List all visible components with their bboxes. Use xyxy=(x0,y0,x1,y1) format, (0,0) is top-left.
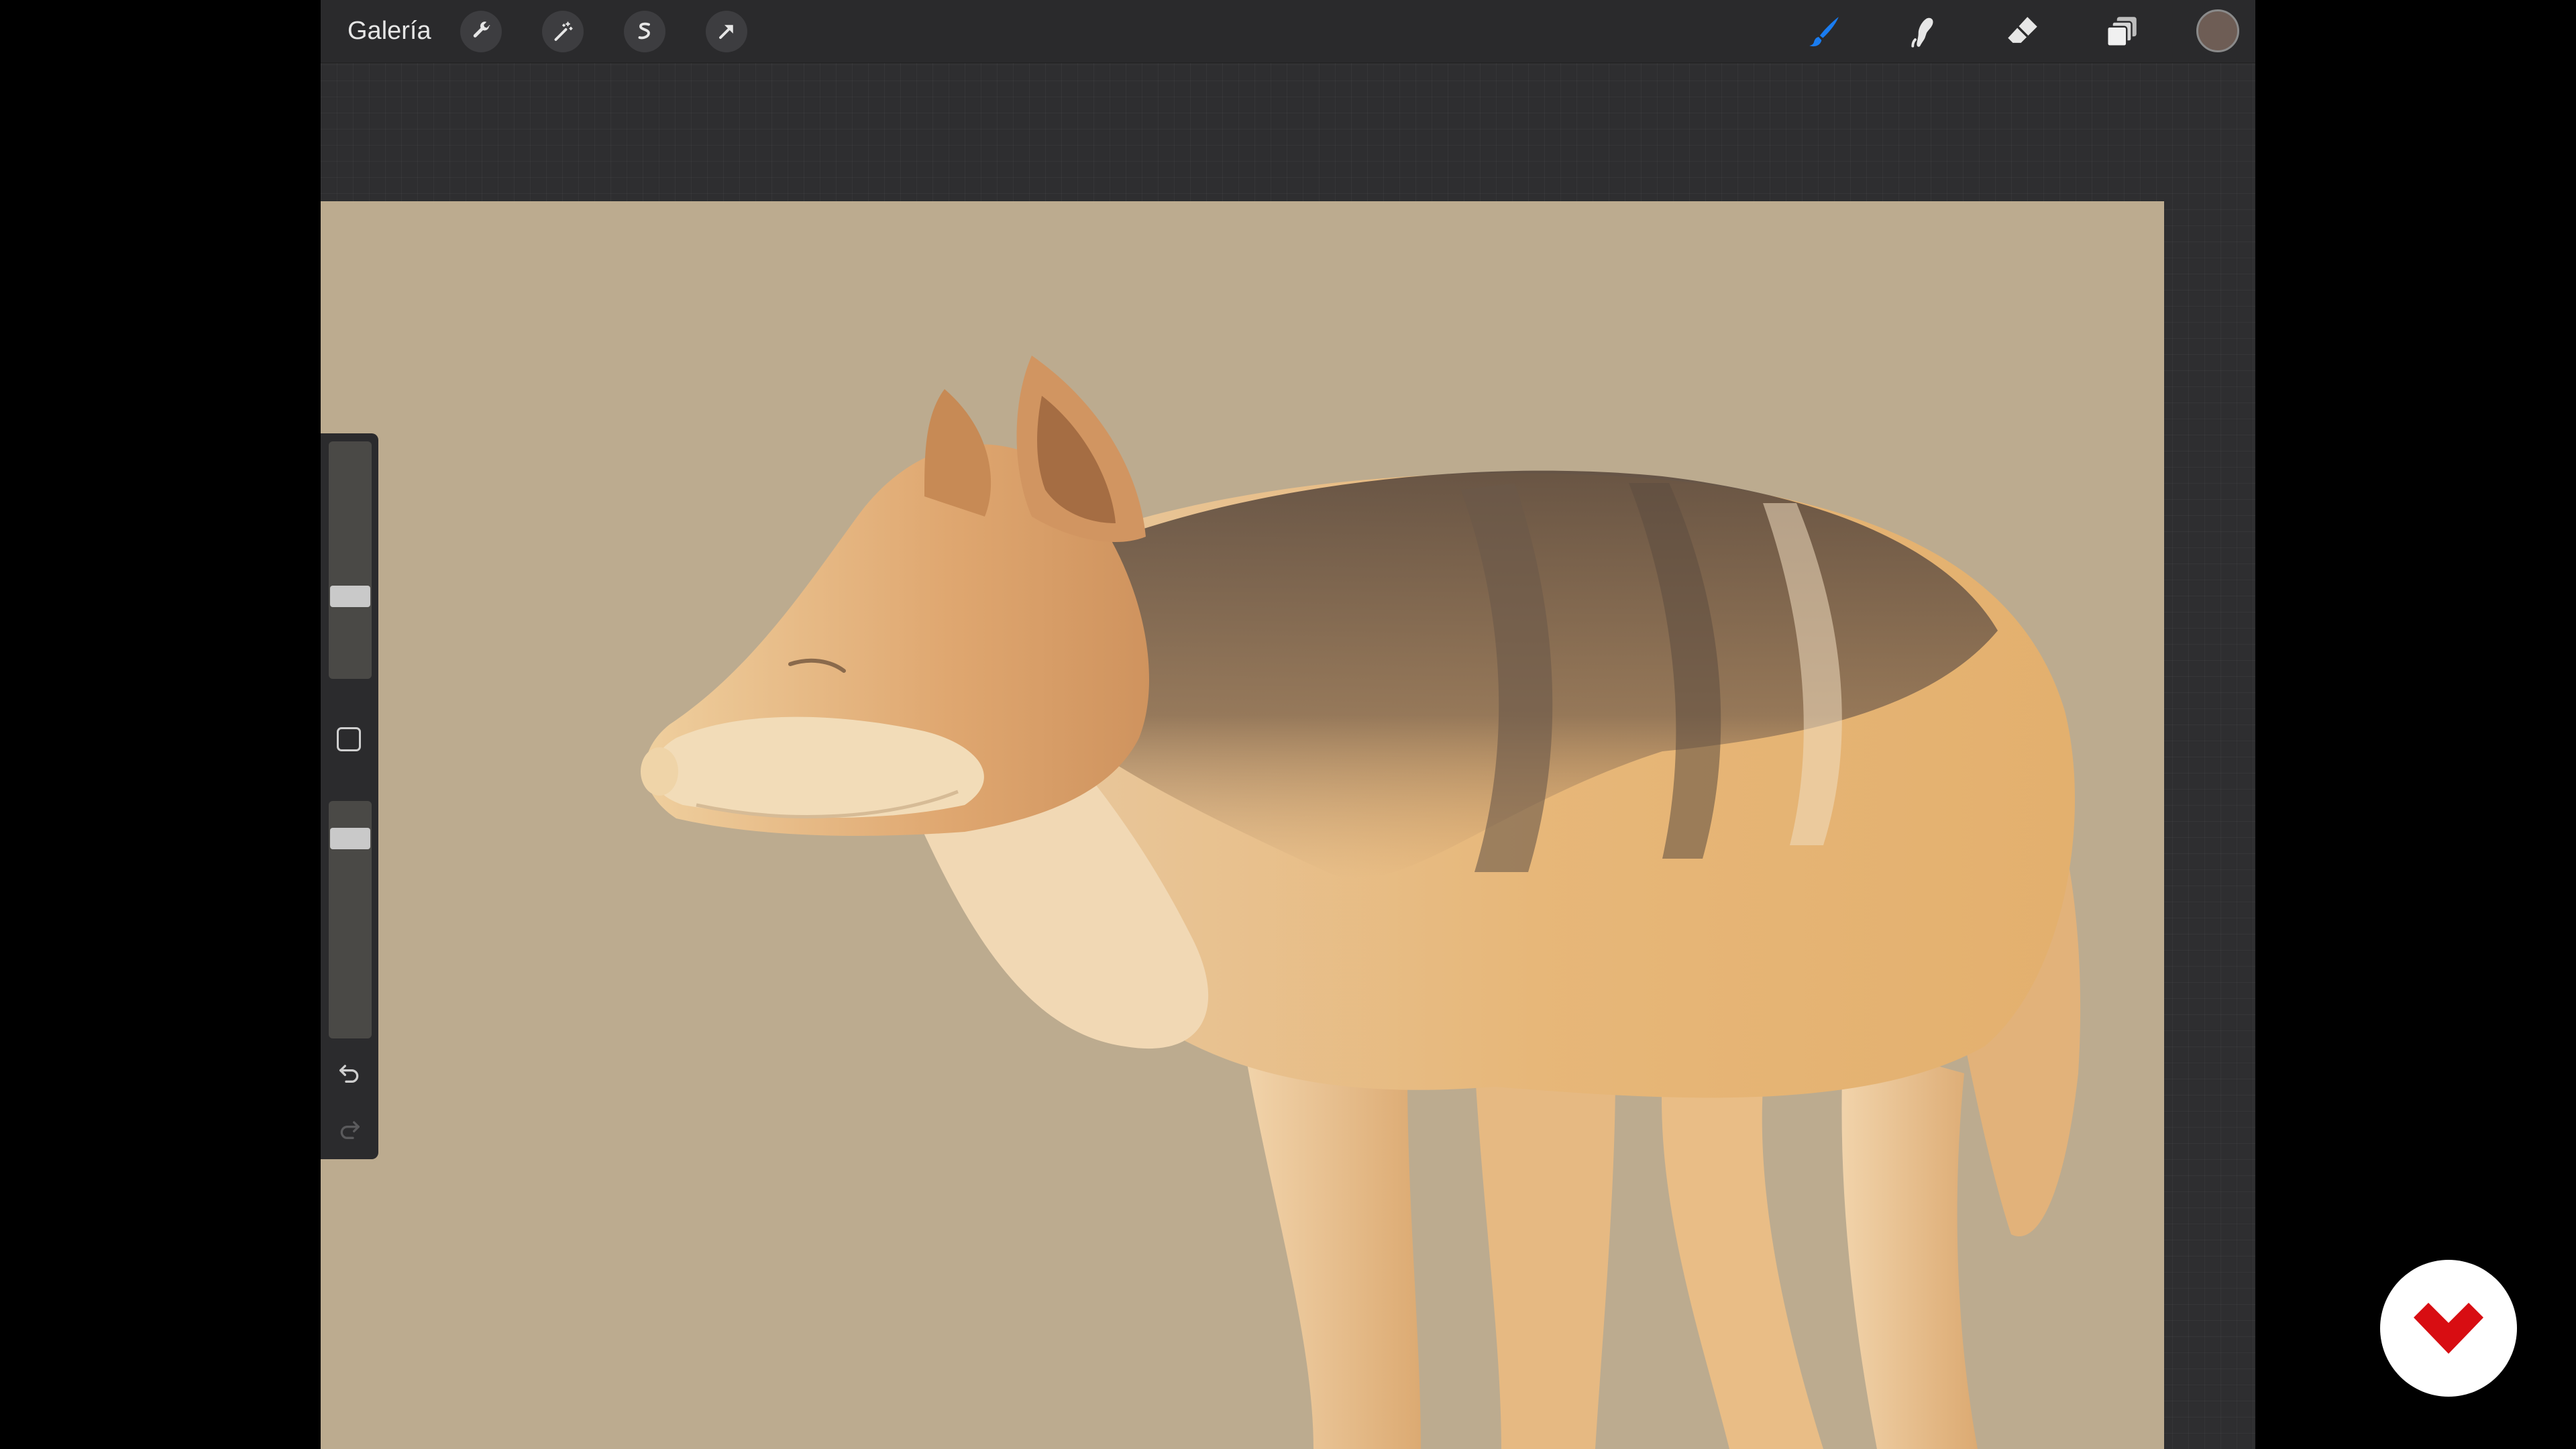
wrench-icon xyxy=(473,21,490,38)
transform-button[interactable] xyxy=(706,11,747,52)
domestika-logo xyxy=(2380,1260,2517,1397)
redo-icon xyxy=(340,1121,360,1139)
brush-icon xyxy=(1809,17,1839,47)
smudge-icon xyxy=(1911,17,1933,48)
opacity-thumb[interactable] xyxy=(330,828,370,850)
brush-size-thumb[interactable] xyxy=(330,586,370,608)
redo-button[interactable] xyxy=(334,1114,365,1144)
domestika-logo-icon xyxy=(2414,1303,2483,1354)
top-toolbar: Galería xyxy=(321,0,2255,63)
brush-tool[interactable] xyxy=(1802,9,1846,54)
gallery-button[interactable]: Galería xyxy=(347,0,431,62)
brush-size-slider[interactable] xyxy=(329,441,372,679)
selection-button[interactable] xyxy=(624,11,665,52)
undo-button[interactable] xyxy=(334,1057,365,1088)
layers-icon xyxy=(2106,17,2137,47)
eraser-icon xyxy=(2008,17,2037,43)
color-picker-button[interactable] xyxy=(2196,9,2239,52)
layers-button[interactable] xyxy=(2100,9,2144,54)
left-sidebar xyxy=(321,433,378,1159)
drawing-canvas[interactable] xyxy=(321,201,2164,1449)
actions-button[interactable] xyxy=(460,11,502,52)
smudge-tool[interactable] xyxy=(1901,9,1945,54)
eraser-tool[interactable] xyxy=(2000,9,2045,54)
procreate-app: Galería xyxy=(321,0,2255,1449)
arrow-cursor-icon xyxy=(719,25,733,39)
magic-wand-icon xyxy=(554,21,573,41)
undo-icon xyxy=(339,1065,359,1083)
opacity-slider[interactable] xyxy=(329,801,372,1038)
wolf-illustration xyxy=(641,356,2081,1449)
adjustments-button[interactable] xyxy=(542,11,584,52)
selection-s-icon xyxy=(638,22,650,40)
modify-button[interactable] xyxy=(337,727,361,751)
